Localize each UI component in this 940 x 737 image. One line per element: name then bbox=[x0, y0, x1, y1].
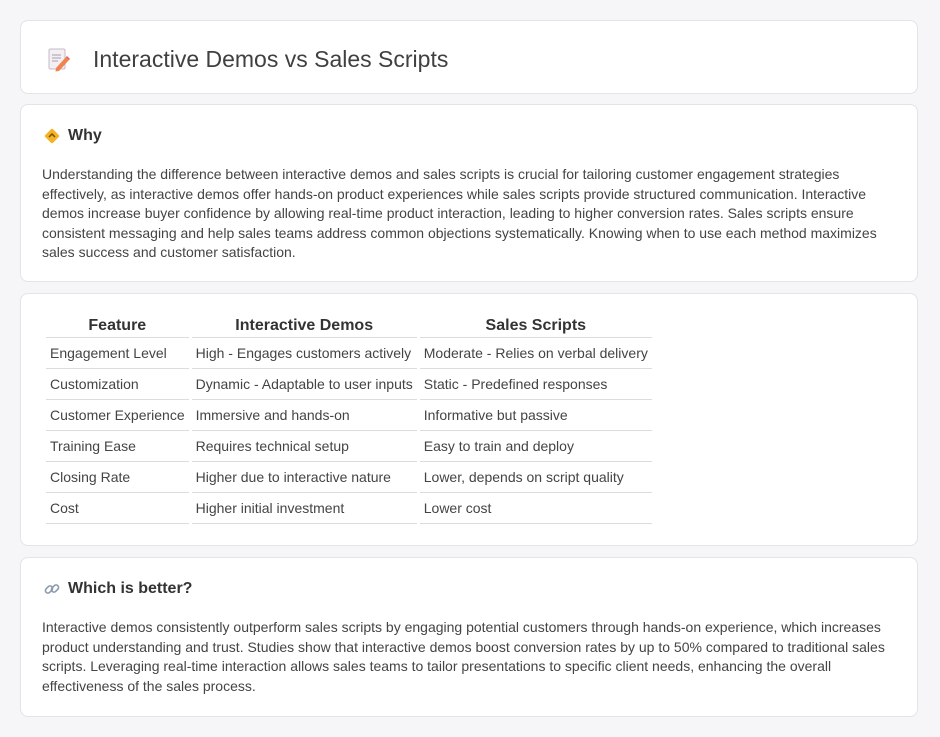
column-header: Sales Scripts bbox=[419, 315, 652, 338]
table-row: Engagement Level High - Engages customer… bbox=[46, 338, 652, 369]
diamond-sign-icon bbox=[43, 127, 61, 145]
which-is-better-section: Which is better? Interactive demos consi… bbox=[20, 557, 918, 717]
document-pencil-icon bbox=[47, 47, 71, 73]
table-cell: Static - Predefined responses bbox=[419, 369, 652, 400]
table-row: Closing Rate Higher due to interactive n… bbox=[46, 462, 652, 493]
table-cell: Engagement Level bbox=[46, 338, 189, 369]
table-cell: Customer Experience bbox=[46, 400, 189, 431]
table-cell: Higher initial investment bbox=[191, 493, 417, 524]
table-cell: Lower, depends on script quality bbox=[419, 462, 652, 493]
header-card: Interactive Demos vs Sales Scripts bbox=[20, 20, 918, 94]
table-cell: Dynamic - Adaptable to user inputs bbox=[191, 369, 417, 400]
comparison-table: Feature Interactive Demos Sales Scripts … bbox=[43, 315, 655, 524]
table-header-row: Feature Interactive Demos Sales Scripts bbox=[46, 315, 652, 338]
table-cell: High - Engages customers actively bbox=[191, 338, 417, 369]
why-heading: Why bbox=[68, 127, 102, 144]
table-cell: Easy to train and deploy bbox=[419, 431, 652, 462]
comparison-section: Feature Interactive Demos Sales Scripts … bbox=[20, 293, 918, 546]
table-cell: Higher due to interactive nature bbox=[191, 462, 417, 493]
table-cell: Moderate - Relies on verbal delivery bbox=[419, 338, 652, 369]
better-heading: Which is better? bbox=[68, 580, 193, 597]
link-icon bbox=[43, 580, 61, 598]
table-cell: Requires technical setup bbox=[191, 431, 417, 462]
why-body: Understanding the difference between int… bbox=[42, 166, 877, 260]
table-cell: Cost bbox=[46, 493, 189, 524]
table-cell: Informative but passive bbox=[419, 400, 652, 431]
table-row: Cost Higher initial investment Lower cos… bbox=[46, 493, 652, 524]
page-title: Interactive Demos vs Sales Scripts bbox=[93, 46, 449, 72]
table-cell: Customization bbox=[46, 369, 189, 400]
better-body: Interactive demos consistently outperfor… bbox=[42, 619, 885, 694]
why-section: Why Understanding the difference between… bbox=[20, 104, 918, 282]
table-row: Customer Experience Immersive and hands-… bbox=[46, 400, 652, 431]
column-header: Feature bbox=[46, 315, 189, 338]
column-header: Interactive Demos bbox=[191, 315, 417, 338]
table-row: Customization Dynamic - Adaptable to use… bbox=[46, 369, 652, 400]
table-cell: Immersive and hands-on bbox=[191, 400, 417, 431]
table-cell: Training Ease bbox=[46, 431, 189, 462]
table-cell: Closing Rate bbox=[46, 462, 189, 493]
table-row: Training Ease Requires technical setup E… bbox=[46, 431, 652, 462]
table-cell: Lower cost bbox=[419, 493, 652, 524]
